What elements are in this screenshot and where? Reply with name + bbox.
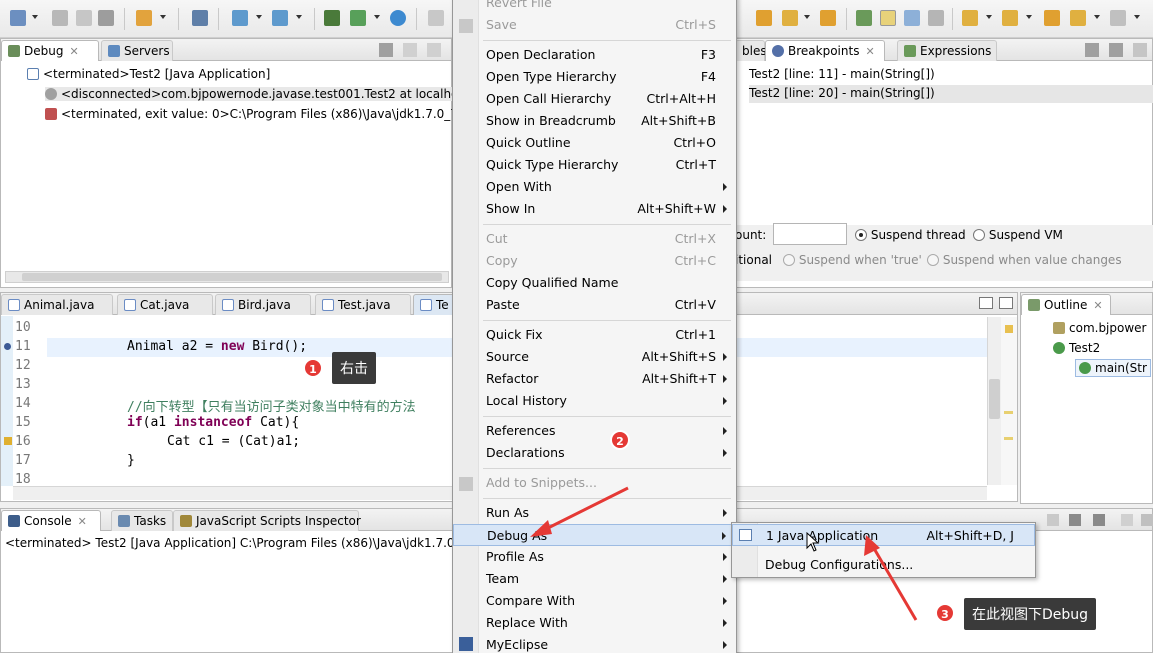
callout-badge-2: 2 [610,430,630,450]
callout-tip-right-click: 右击 [332,352,376,384]
callout-badge-1: 1 [303,358,323,378]
callout-badge-3: 3 [935,603,955,623]
callout-tip-debug: 在此视图下Debug [964,598,1097,630]
annotation-arrows [530,486,918,621]
